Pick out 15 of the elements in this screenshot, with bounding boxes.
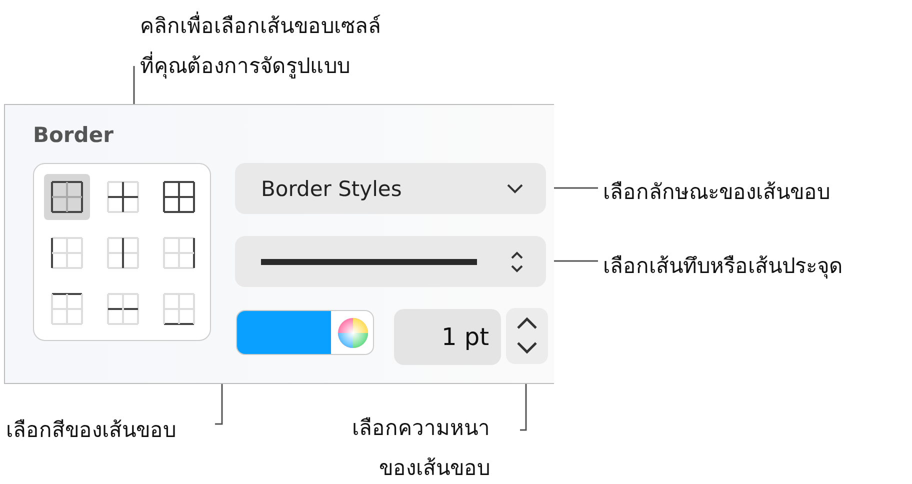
border-button[interactable] bbox=[44, 174, 90, 220]
callout-text: คลิกเพื่อเลือกเส้นขอบเซลล์ ที่คุณต้องการจัดรูปแบบ bbox=[140, 6, 381, 86]
stepper[interactable] bbox=[506, 308, 548, 364]
callout-text: เลือกลักษณะของเส้นขอบ bbox=[603, 179, 830, 206]
up-down-chevron-icon bbox=[510, 250, 524, 274]
line-width-field[interactable]: 1 pt bbox=[394, 309, 501, 365]
border-styles-dropdown[interactable]: Border Styles bbox=[235, 163, 546, 214]
callout-text: เลือกสีของเส้นขอบ bbox=[6, 417, 176, 444]
callout-text: เลือกเส้นทึบหรือเส้นประจุด bbox=[603, 253, 843, 281]
line-style-dropdown[interactable] bbox=[235, 236, 546, 287]
chevron-down-icon bbox=[506, 184, 524, 194]
color-well[interactable] bbox=[236, 310, 374, 355]
color-wheel-icon bbox=[337, 316, 369, 348]
section-title: Border bbox=[33, 123, 114, 147]
callout-text: เลือกความหนา ของเส้นขอบ bbox=[352, 415, 490, 482]
